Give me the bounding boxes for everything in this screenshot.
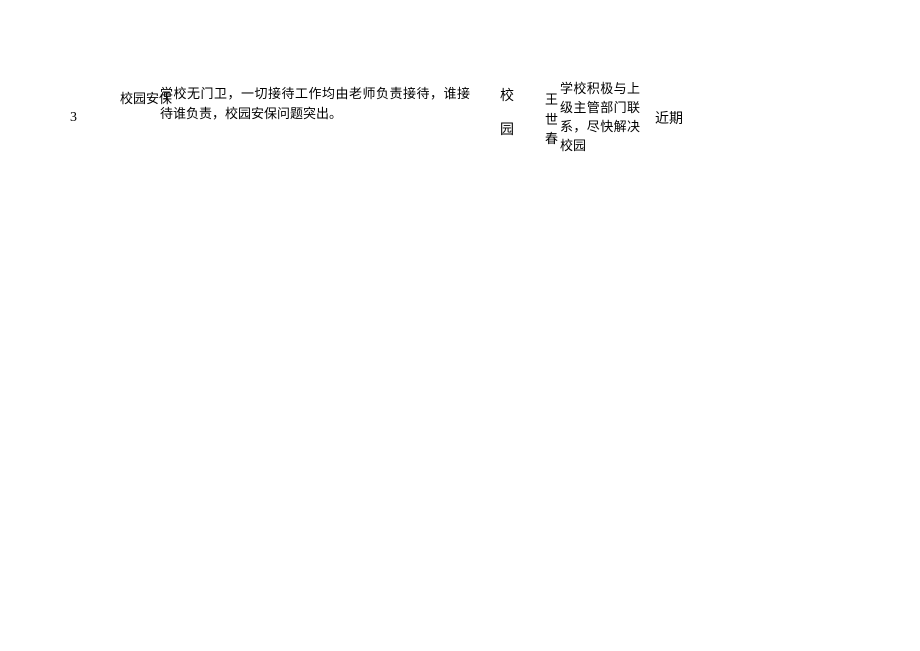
cell-description: 学校无门卫，一切接待工作均由老师负责接待，谁接待谁负责，校园安保问题突出。 xyxy=(160,80,470,123)
table-row: 3 校园安保 学校无门卫，一切接待工作均由老师负责接待，谁接待谁负责，校园安保问… xyxy=(0,0,920,155)
dept-line1: 校 xyxy=(500,80,510,114)
index-value: 3 xyxy=(70,110,77,125)
cell-action: 学校积极与上级主管部门联系，尽快解决校园 xyxy=(550,80,640,155)
cell-person: 王 世 春 xyxy=(510,80,550,149)
cell-index: 3 xyxy=(0,80,70,126)
cell-time: 近期 xyxy=(640,80,700,128)
time-value: 近期 xyxy=(655,112,683,127)
dept-line2: 园 xyxy=(500,114,510,148)
cell-dept: 校 园 xyxy=(470,80,510,147)
action-value: 学校积极与上级主管部门联系，尽快解决校园 xyxy=(560,81,640,153)
cell-category: 校园安保 xyxy=(70,80,160,107)
description-value: 学校无门卫，一切接待工作均由老师负责接待，谁接待谁负责，校园安保问题突出。 xyxy=(160,86,470,121)
